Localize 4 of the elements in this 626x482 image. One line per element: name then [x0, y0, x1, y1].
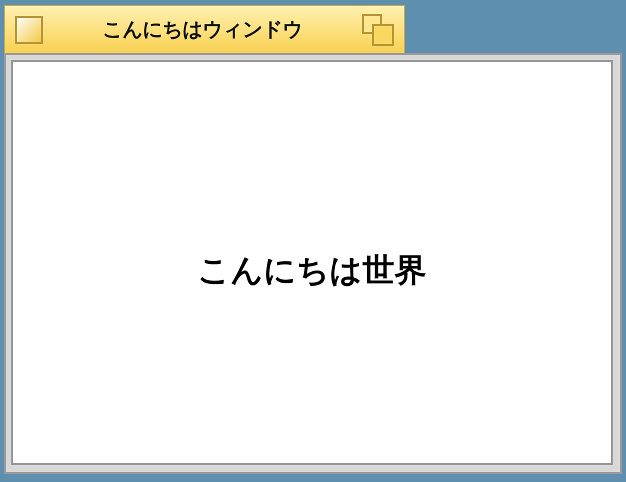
close-icon[interactable]: [15, 16, 43, 44]
greeting-text: こんにちは世界: [198, 250, 426, 290]
window-title: こんにちはウィンドウ: [102, 16, 304, 43]
zoom-icon[interactable]: [362, 14, 394, 46]
